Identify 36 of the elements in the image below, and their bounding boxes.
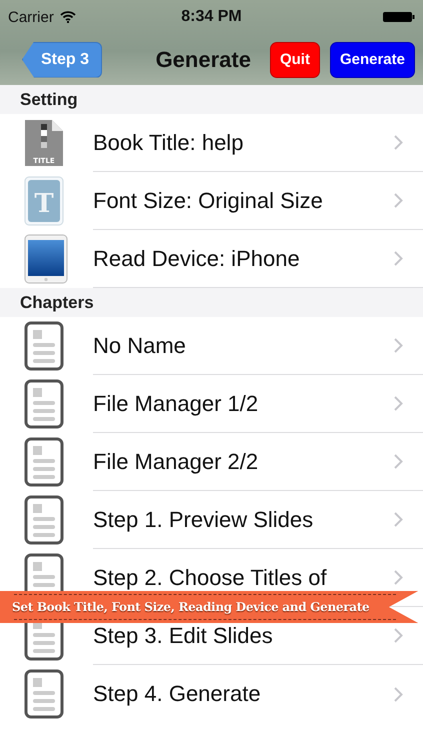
chevron-icon xyxy=(394,338,403,353)
chevron-icon xyxy=(394,396,403,411)
row-label: Step 1. Preview Slides xyxy=(93,506,314,532)
nav-title: Generate xyxy=(156,46,251,72)
chevron-icon xyxy=(394,193,403,208)
document-icon xyxy=(24,321,64,371)
row-label: File Manager 1/2 xyxy=(93,390,258,416)
tablet-icon xyxy=(24,234,68,284)
status-time: 8:34 PM xyxy=(181,8,242,26)
row-label: Font Size: Original Size xyxy=(93,188,323,214)
row-label: Step 4. Generate xyxy=(93,681,261,707)
chevron-icon xyxy=(394,512,403,527)
row-label: File Manager 2/2 xyxy=(93,448,258,474)
chevron-icon xyxy=(394,135,403,150)
row-label: Step 3. Edit Slides xyxy=(93,622,273,648)
battery-icon xyxy=(383,11,415,23)
section-header: Chapters xyxy=(0,288,423,317)
row-label: Read Device: iPhone xyxy=(93,246,300,272)
chevron-icon xyxy=(394,251,403,266)
carrier-label: Carrier xyxy=(8,8,54,26)
document-icon xyxy=(24,379,64,429)
row-label: Step 2. Choose Titles of xyxy=(93,564,327,590)
font-letter-icon: T xyxy=(24,176,64,226)
wifi-icon xyxy=(60,11,76,23)
document-icon xyxy=(24,495,64,545)
document-icon xyxy=(24,669,64,719)
chevron-icon xyxy=(394,570,403,585)
nav-button[interactable]: Generate xyxy=(330,42,415,78)
nav-button[interactable]: Quit xyxy=(270,42,320,78)
chevron-icon xyxy=(394,686,403,702)
chevron-icon xyxy=(394,454,403,469)
row-label: Book Title: help xyxy=(93,130,244,156)
row-label: No Name xyxy=(93,332,186,358)
chevron-icon xyxy=(394,628,403,643)
document-icon xyxy=(24,437,64,487)
section-header: Setting xyxy=(0,85,423,114)
